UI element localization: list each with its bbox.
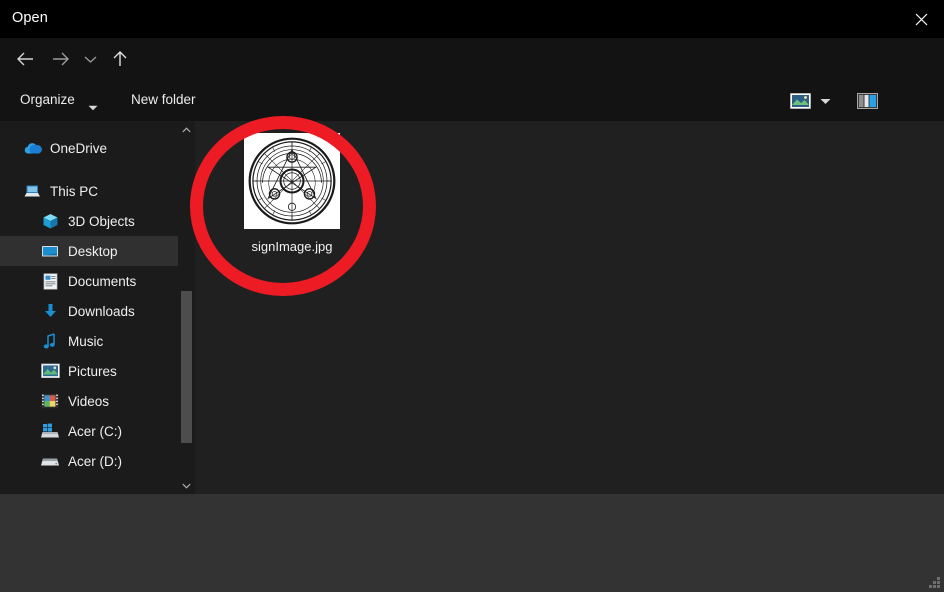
videos-film-icon bbox=[40, 392, 60, 410]
file-list-view[interactable]: signImage.jpg bbox=[196, 121, 944, 494]
navigation-pane: OneDrive This PC 3D Objects Desktop Docu… bbox=[0, 121, 178, 494]
drive-icon bbox=[40, 452, 60, 470]
sidebar-item-documents[interactable]: Documents bbox=[0, 266, 178, 296]
arrow-up-icon bbox=[113, 51, 127, 66]
organize-button[interactable]: Organize bbox=[20, 92, 75, 107]
sidebar-item-label: Music bbox=[68, 333, 104, 349]
windows-drive-icon bbox=[40, 422, 60, 440]
close-icon bbox=[915, 13, 927, 25]
sidebar-item-onedrive[interactable]: OneDrive bbox=[0, 133, 178, 163]
up-one-level-button[interactable] bbox=[106, 45, 134, 73]
arrow-left-icon bbox=[17, 52, 33, 66]
caret-down-icon bbox=[88, 98, 98, 116]
sidebar-item-desktop[interactable]: Desktop bbox=[0, 236, 178, 266]
sidebar-item-downloads[interactable]: Downloads bbox=[0, 296, 178, 326]
sidebar-item-label: Videos bbox=[68, 393, 110, 409]
dialog-title: Open bbox=[12, 10, 48, 26]
caret-down-icon bbox=[820, 98, 830, 104]
recent-locations-button[interactable] bbox=[80, 45, 100, 73]
transmutation-circle-thumbnail bbox=[246, 135, 338, 227]
close-button[interactable] bbox=[898, 0, 944, 38]
onedrive-cloud-icon bbox=[22, 139, 42, 157]
scrollbar-thumb[interactable] bbox=[181, 291, 192, 443]
file-name-label: signImage.jpg bbox=[251, 239, 333, 254]
music-note-icon bbox=[40, 332, 60, 350]
sidebar-item-label: This PC bbox=[50, 183, 99, 199]
new-folder-button[interactable]: New folder bbox=[131, 92, 196, 107]
3d-objects-icon bbox=[40, 212, 60, 230]
sidebar-scrollbar[interactable] bbox=[178, 121, 195, 494]
sidebar-item-music[interactable]: Music bbox=[0, 326, 178, 356]
chevron-down-icon bbox=[182, 483, 191, 489]
chevron-up-icon bbox=[182, 126, 191, 132]
sidebar-item-acer-c[interactable]: Acer (C:) bbox=[0, 416, 178, 446]
file-item[interactable]: signImage.jpg bbox=[232, 133, 352, 254]
title-bar: Open bbox=[0, 0, 944, 38]
sidebar-item-label: Desktop bbox=[68, 243, 118, 259]
sidebar-item-label: Pictures bbox=[68, 363, 117, 379]
sidebar-item-this-pc[interactable]: This PC bbox=[0, 176, 178, 206]
picture-view-icon bbox=[789, 93, 811, 109]
sidebar-item-label: Downloads bbox=[68, 303, 135, 319]
sidebar-item-label: 3D Objects bbox=[68, 213, 135, 229]
chevron-down-icon bbox=[84, 56, 96, 63]
this-pc-icon bbox=[22, 182, 42, 200]
sidebar-item-pictures[interactable]: Pictures bbox=[0, 356, 178, 386]
sidebar-item-3d-objects[interactable]: 3D Objects bbox=[0, 206, 178, 236]
sidebar-item-acer-d[interactable]: Acer (D:) bbox=[0, 446, 178, 476]
sidebar-item-label: Documents bbox=[68, 273, 137, 289]
resize-grip-icon[interactable] bbox=[928, 576, 941, 589]
sidebar-item-label: Acer (D:) bbox=[68, 453, 122, 469]
sidebar-item-videos[interactable]: Videos bbox=[0, 386, 178, 416]
preview-pane-icon bbox=[856, 93, 878, 109]
arrow-right-icon bbox=[53, 52, 69, 66]
preview-pane-button[interactable] bbox=[856, 91, 878, 111]
forward-button[interactable] bbox=[47, 45, 75, 73]
documents-icon bbox=[40, 272, 60, 290]
command-bar: Organize New folder bbox=[0, 80, 944, 191]
downloads-arrow-icon bbox=[40, 302, 60, 320]
dialog-footer: File name: Image Files(*.bmp; *.jpg; *.j… bbox=[0, 494, 944, 592]
sidebar-item-label: Acer (C:) bbox=[68, 423, 122, 439]
view-thumbnail-button[interactable] bbox=[789, 91, 811, 111]
sidebar-item-label: OneDrive bbox=[50, 140, 108, 156]
file-thumbnail bbox=[244, 133, 340, 229]
desktop-monitor-icon bbox=[40, 242, 60, 260]
scroll-down-button[interactable] bbox=[178, 477, 195, 494]
pictures-icon bbox=[40, 362, 60, 380]
scroll-up-button[interactable] bbox=[178, 121, 195, 138]
back-button[interactable] bbox=[11, 45, 39, 73]
navigation-bar: › This PC › Desktop › Signing bbox=[0, 38, 944, 111]
view-dropdown-button[interactable] bbox=[816, 91, 834, 111]
open-file-dialog: Open Organize New folder OneDrive This P… bbox=[0, 0, 944, 592]
